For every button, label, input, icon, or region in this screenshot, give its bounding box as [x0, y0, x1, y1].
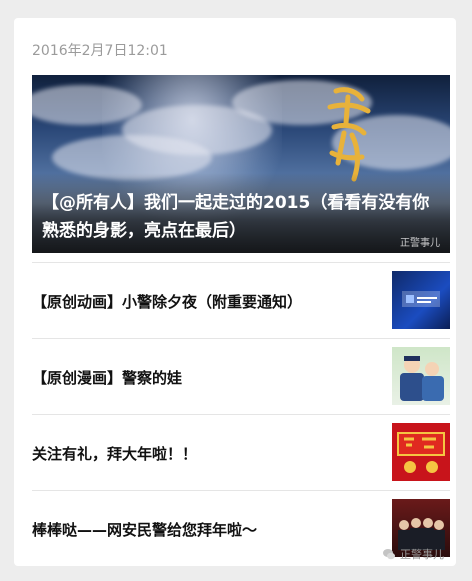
list-item-title[interactable]: 【原创漫画】警察的娃: [32, 339, 376, 415]
hero-article[interactable]: 【@所有人】我们一起走过的2015（看看有没有你熟悉的身影，亮点在最后） 正警事…: [32, 75, 450, 253]
new-year-card-thumbnail-icon: [392, 423, 450, 481]
list-item-title[interactable]: 棒棒哒——网安民警给您拜年啦～: [32, 491, 376, 566]
wechat-logo-icon: [383, 549, 395, 560]
list-item-title[interactable]: 关注有礼，拜大年啦！！: [32, 415, 376, 491]
list-item-title[interactable]: 【原创动画】小警除夕夜（附重要通知）: [32, 263, 376, 339]
article-card: 2016年2月7日12:01 【@所有人】我们一起走过的2015（看看有没有你熟…: [14, 18, 456, 566]
hero-watermark: 正警事儿: [400, 238, 440, 249]
list-item[interactable]: 关注有礼，拜大年啦！！: [32, 414, 450, 491]
list-item[interactable]: 【原创漫画】警察的娃: [32, 338, 450, 415]
post-timestamp: 2016年2月7日12:01: [32, 43, 168, 59]
watermark: 正警事儿: [382, 546, 444, 562]
watermark-text: 正警事儿: [400, 548, 444, 561]
list-item[interactable]: 【原创动画】小警除夕夜（附重要通知）: [32, 262, 450, 339]
hero-headline[interactable]: 【@所有人】我们一起走过的2015（看看有没有你熟悉的身影，亮点在最后）: [42, 189, 442, 245]
police-animation-thumbnail-icon: [392, 271, 450, 329]
police-comic-thumbnail-icon: [392, 347, 450, 405]
